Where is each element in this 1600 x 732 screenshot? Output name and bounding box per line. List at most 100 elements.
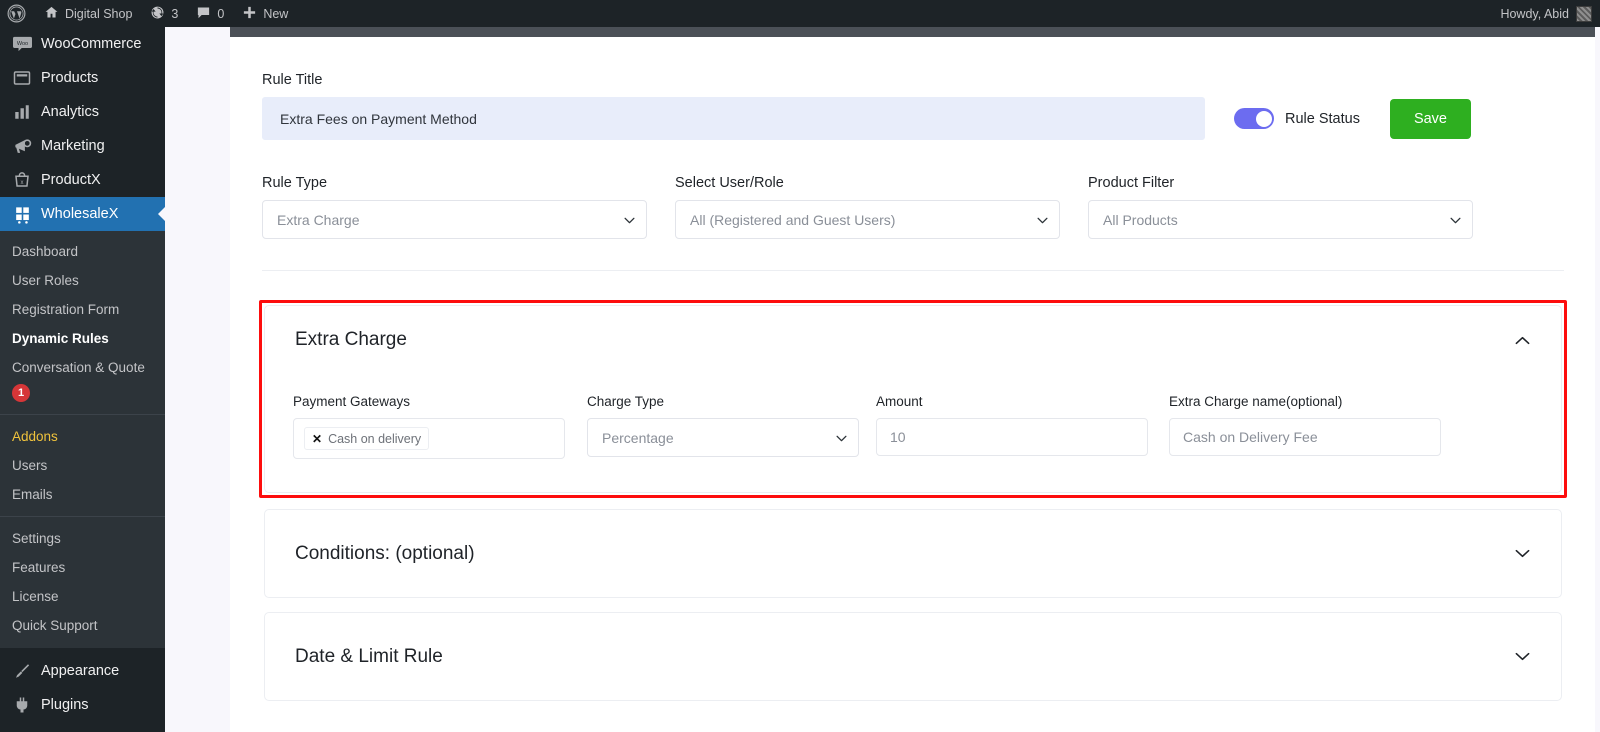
new-label: New bbox=[263, 6, 289, 21]
select-user-role-field: Select User/Role All (Registered and Gue… bbox=[675, 175, 1060, 239]
sidebar-item-conversation-quote[interactable]: Conversation & Quote bbox=[0, 353, 165, 382]
howdy-label: Howdy, Abid bbox=[1500, 6, 1569, 21]
admin-sidebar-menu: Woo WooCommerce Products Analytics Marke… bbox=[0, 27, 165, 732]
sidebar-label: Marketing bbox=[41, 138, 105, 154]
select-user-role-select[interactable]: All (Registered and Guest Users) bbox=[675, 200, 1060, 239]
rule-config-row: Rule Type Extra Charge Select User/Role … bbox=[262, 175, 1564, 239]
comments-menu[interactable]: 0 bbox=[187, 0, 233, 27]
sidebar-item-plugins[interactable]: Plugins bbox=[0, 688, 165, 722]
submenu-divider bbox=[0, 414, 165, 415]
left-gutter bbox=[165, 27, 230, 732]
appearance-brush-icon bbox=[12, 661, 32, 681]
payment-gateways-input[interactable]: ✕ Cash on delivery bbox=[293, 418, 565, 459]
sidebar-label: WholesaleX bbox=[41, 206, 119, 222]
updates-menu[interactable]: 3 bbox=[141, 0, 187, 27]
marketing-megaphone-icon bbox=[12, 136, 32, 156]
charge-type-select[interactable]: Percentage bbox=[587, 418, 859, 457]
productx-icon: x bbox=[12, 170, 32, 190]
sidebar-label: ProductX bbox=[41, 172, 101, 188]
my-account-menu[interactable]: Howdy, Abid bbox=[1500, 5, 1600, 22]
sidebar-item-products[interactable]: Products bbox=[0, 61, 165, 95]
plugins-icon bbox=[12, 695, 32, 715]
date-limit-rule-header[interactable]: Date & Limit Rule bbox=[265, 613, 1561, 700]
extra-charge-name-input[interactable]: Cash on Delivery Fee bbox=[1169, 418, 1441, 456]
date-limit-rule-title: Date & Limit Rule bbox=[295, 645, 443, 667]
wholesalex-icon bbox=[12, 204, 32, 224]
amount-input[interactable]: 10 bbox=[876, 418, 1148, 456]
close-icon[interactable]: ✕ bbox=[312, 433, 322, 445]
new-content-menu[interactable]: New bbox=[233, 0, 297, 27]
rule-title-input[interactable]: Extra Fees on Payment Method bbox=[262, 97, 1205, 140]
extra-charge-title: Extra Charge bbox=[295, 329, 407, 350]
sidebar-item-analytics[interactable]: Analytics bbox=[0, 95, 165, 129]
sidebar-label: Plugins bbox=[41, 697, 89, 713]
sidebar-item-emails[interactable]: Emails bbox=[0, 480, 165, 509]
right-gutter bbox=[1595, 27, 1600, 732]
rule-editor-card: Rule Title Extra Fees on Payment Method … bbox=[230, 27, 1595, 732]
sidebar-item-quick-support[interactable]: Quick Support bbox=[0, 611, 165, 640]
chevron-down-icon bbox=[624, 217, 635, 226]
sidebar-item-dynamic-rules[interactable]: Dynamic Rules bbox=[0, 324, 165, 353]
extra-charge-name-field: Extra Charge name(optional) Cash on Deli… bbox=[1169, 394, 1441, 459]
charge-type-value: Percentage bbox=[602, 429, 674, 446]
sidebar-label: Appearance bbox=[41, 663, 120, 679]
sidebar-item-appearance[interactable]: Appearance bbox=[0, 654, 165, 688]
rule-status-label: Rule Status bbox=[1285, 110, 1360, 127]
payment-gateway-chip[interactable]: ✕ Cash on delivery bbox=[304, 427, 430, 450]
sidebar-item-license[interactable]: License bbox=[0, 582, 165, 611]
updates-count: 3 bbox=[171, 6, 179, 21]
charge-type-label: Charge Type bbox=[587, 394, 665, 409]
chevron-down-icon bbox=[1037, 217, 1048, 226]
chevron-down-icon[interactable] bbox=[1514, 648, 1531, 665]
extra-charge-header[interactable]: Extra Charge bbox=[265, 306, 1561, 374]
sidebar-item-users[interactable]: Users bbox=[0, 451, 165, 480]
sidebar-item-productx[interactable]: x ProductX bbox=[0, 163, 165, 197]
sidebar-item-marketing[interactable]: Marketing bbox=[0, 129, 165, 163]
rule-title-label: Rule Title bbox=[262, 72, 323, 88]
sidebar-item-features[interactable]: Features bbox=[0, 553, 165, 582]
rule-status-group: Rule Status bbox=[1234, 108, 1360, 129]
conditions-panel[interactable]: Conditions: (optional) bbox=[264, 509, 1562, 598]
product-filter-label: Product Filter bbox=[1088, 175, 1175, 191]
products-icon bbox=[12, 68, 32, 88]
sidebar-item-woocommerce[interactable]: Woo WooCommerce bbox=[0, 27, 165, 61]
sidebar-item-settings[interactable]: Settings bbox=[0, 524, 165, 553]
sidebar-item-dashboard[interactable]: Dashboard bbox=[0, 237, 165, 266]
extra-charge-panel: Extra Charge Payment Gateways ✕ Cash on … bbox=[264, 305, 1562, 493]
payment-gateways-field: Payment Gateways ✕ Cash on delivery bbox=[293, 394, 565, 459]
product-filter-value: All Products bbox=[1103, 211, 1178, 228]
sidebar-item-addons[interactable]: Addons bbox=[0, 422, 165, 451]
wordpress-logo-icon[interactable] bbox=[0, 0, 35, 27]
chevron-up-icon[interactable] bbox=[1514, 332, 1531, 349]
wp-admin-bar: Digital Shop 3 0 New Howdy, Abid bbox=[0, 0, 1600, 27]
rule-type-field: Rule Type Extra Charge bbox=[262, 175, 647, 239]
sidebar-item-wholesalex[interactable]: WholesaleX bbox=[0, 197, 165, 231]
conditions-header[interactable]: Conditions: (optional) bbox=[265, 510, 1561, 597]
site-name-menu[interactable]: Digital Shop bbox=[35, 0, 141, 27]
updates-icon bbox=[150, 5, 165, 23]
woocommerce-icon: Woo bbox=[12, 34, 32, 54]
sidebar-item-registration-form[interactable]: Registration Form bbox=[0, 295, 165, 324]
product-filter-field: Product Filter All Products bbox=[1088, 175, 1473, 239]
payment-gateway-chip-label: Cash on delivery bbox=[328, 431, 422, 446]
sidebar-label: Products bbox=[41, 70, 99, 86]
avatar bbox=[1576, 5, 1592, 22]
chevron-down-icon[interactable] bbox=[1514, 545, 1531, 562]
analytics-icon bbox=[12, 102, 32, 122]
chevron-down-icon bbox=[836, 435, 847, 444]
sidebar-label: WooCommerce bbox=[41, 36, 142, 52]
date-limit-rule-panel[interactable]: Date & Limit Rule bbox=[264, 612, 1562, 701]
rule-type-select[interactable]: Extra Charge bbox=[262, 200, 647, 239]
rule-status-toggle[interactable] bbox=[1234, 108, 1274, 129]
toggle-knob bbox=[1255, 110, 1272, 127]
comment-bubble-icon bbox=[196, 5, 211, 23]
wholesalex-submenu: Dashboard User Roles Registration Form D… bbox=[0, 231, 165, 648]
main-content-area: Rule Title Extra Fees on Payment Method … bbox=[165, 27, 1600, 732]
extra-charge-name-label: Extra Charge name(optional) bbox=[1169, 394, 1343, 409]
comments-count: 0 bbox=[217, 6, 225, 21]
rule-type-value: Extra Charge bbox=[277, 211, 360, 228]
sidebar-item-user-roles[interactable]: User Roles bbox=[0, 266, 165, 295]
product-filter-select[interactable]: All Products bbox=[1088, 200, 1473, 239]
home-icon bbox=[44, 5, 59, 23]
save-button[interactable]: Save bbox=[1389, 98, 1471, 139]
